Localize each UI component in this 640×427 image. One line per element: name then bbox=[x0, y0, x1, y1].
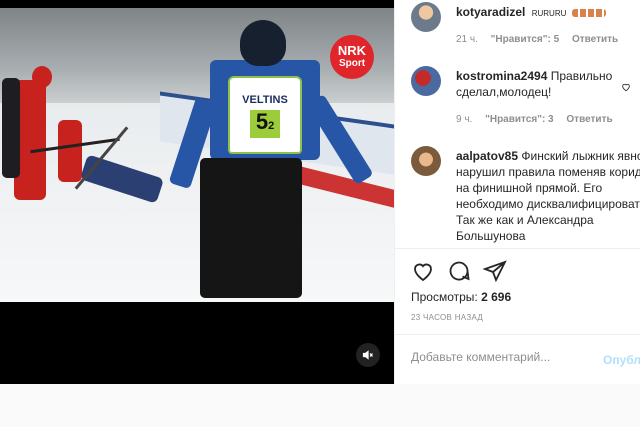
post-sidebar: kotyaradizel RURURU 21 ч. "Нравится": 5 … bbox=[394, 0, 640, 384]
comment-time: 9 ч. bbox=[456, 114, 473, 125]
skier-red-middle bbox=[58, 120, 82, 182]
view-count: Просмотры: 2 696 bbox=[411, 290, 511, 304]
skier-red-left-head bbox=[32, 66, 52, 88]
instagram-post-page: VELTINS 52 NRK Sport kotyaradizel RURURU… bbox=[0, 0, 640, 427]
avatar[interactable] bbox=[411, 66, 441, 96]
video-frame[interactable]: VELTINS 52 NRK Sport bbox=[0, 8, 394, 302]
speaker-muted-icon[interactable] bbox=[356, 343, 380, 367]
skier-main-legs bbox=[200, 158, 302, 298]
caption-emoji-icon bbox=[571, 8, 606, 17]
add-comment-bar: Опубликовать bbox=[395, 334, 640, 384]
comment-username[interactable]: kostromina2494 bbox=[456, 69, 547, 83]
author-username[interactable]: kotyaradizel bbox=[456, 5, 525, 19]
reply-button[interactable]: Ответить bbox=[566, 114, 612, 125]
race-bib: VELTINS 52 bbox=[228, 76, 302, 154]
comment-username[interactable]: aalpatov85 bbox=[456, 149, 518, 163]
reply-button[interactable]: Ответить bbox=[572, 34, 618, 45]
comments-list[interactable]: kotyaradizel RURURU 21 ч. "Нравится": 5 … bbox=[395, 0, 640, 248]
share-icon[interactable] bbox=[483, 259, 507, 283]
comment-time: 21 ч. bbox=[456, 34, 478, 45]
post-comment-button[interactable]: Опубликовать bbox=[603, 353, 640, 367]
comment-likes[interactable]: "Нравится": 3 bbox=[485, 114, 554, 125]
heart-icon[interactable] bbox=[411, 259, 435, 283]
heart-icon[interactable] bbox=[621, 82, 631, 92]
comment-text: Финский лыжник явно нарушил правила поме… bbox=[456, 149, 640, 243]
views-value: 2 696 bbox=[481, 290, 512, 304]
comment-input[interactable] bbox=[411, 350, 591, 364]
views-label: Просмотры: bbox=[411, 290, 478, 304]
nrk-sport-logo: NRK Sport bbox=[330, 35, 374, 79]
bib-sponsor: VELTINS bbox=[242, 94, 288, 106]
comment-icon[interactable] bbox=[447, 259, 471, 283]
avatar[interactable] bbox=[411, 146, 441, 176]
comment-likes[interactable]: "Нравится": 5 bbox=[491, 34, 560, 45]
post-actions: Просмотры: 2 696 23 ЧАСОВ НАЗАД bbox=[395, 248, 640, 334]
caption-text: RURURU bbox=[531, 9, 567, 18]
post-timestamp: 23 ЧАСОВ НАЗАД bbox=[411, 313, 484, 322]
bib-number: 52 bbox=[249, 110, 281, 138]
skier-dark-left bbox=[2, 78, 20, 178]
skier-main-head bbox=[240, 20, 286, 66]
avatar[interactable] bbox=[411, 2, 441, 32]
post-media[interactable]: VELTINS 52 NRK Sport bbox=[0, 0, 394, 384]
